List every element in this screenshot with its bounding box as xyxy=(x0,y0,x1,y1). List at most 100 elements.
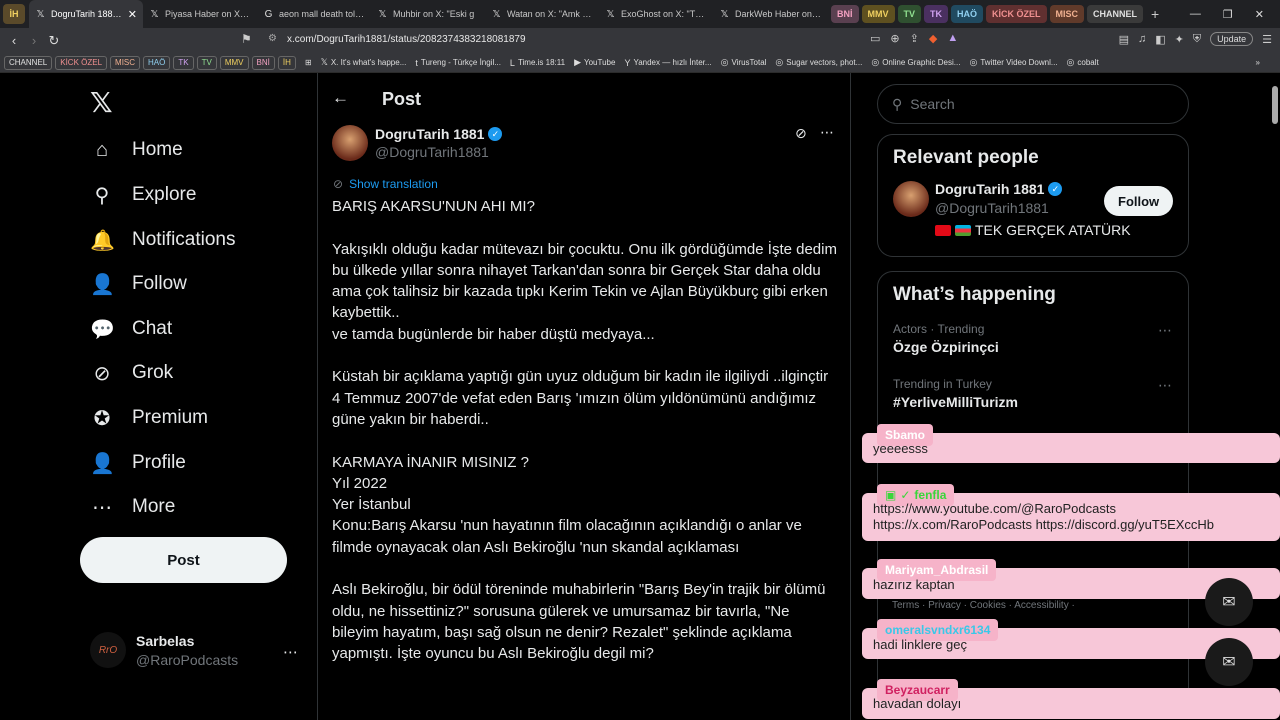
site-info-icon[interactable]: ⚙ xyxy=(268,33,277,44)
bookmark-folder[interactable]: MMV xyxy=(219,55,249,70)
new-tab-button[interactable]: + xyxy=(1151,6,1159,22)
url-field[interactable]: x.com/DogruTarih1881/status/208237438321… xyxy=(287,34,526,45)
bookmark-folder[interactable]: İH xyxy=(277,55,296,70)
trend-more-icon[interactable]: ⋯ xyxy=(1158,377,1172,394)
nav-item-chat[interactable]: 💬 Chat xyxy=(90,309,172,349)
tab-group-chip[interactable]: KİCK ÖZEL xyxy=(986,5,1047,23)
tab-group-chip[interactable]: TV xyxy=(897,5,922,23)
account-switcher[interactable]: RrO Sarbelas @RaroPodcasts xyxy=(90,632,238,668)
vpn-icon[interactable]: ⛨ xyxy=(1193,33,1201,46)
bookmark-folder[interactable]: CHANNEL xyxy=(4,55,53,70)
tab-close-icon[interactable]: ✕ xyxy=(128,8,137,21)
browser-tab[interactable]: 𝕏 ExoGhost on X: "The ne xyxy=(599,0,713,28)
bookmark-item[interactable]: Y Yandex — hızlı İnter... xyxy=(624,58,711,68)
bookmark-item[interactable]: ◎ cobalt xyxy=(1067,57,1099,68)
bookmark-folder[interactable]: HAÖ xyxy=(143,55,171,70)
nav-item-profile[interactable]: 👤 Profile xyxy=(90,443,186,483)
bookmark-folder[interactable]: MISC xyxy=(110,55,141,70)
author-name-row[interactable]: DogruTarih 1881 ✓ xyxy=(375,126,503,142)
bookmark-item[interactable]: ▶ YouTube xyxy=(574,57,615,68)
messages-float-icon[interactable]: ✉ xyxy=(1205,638,1253,686)
tab-group-chip[interactable]: TK xyxy=(924,5,949,23)
browser-tab[interactable]: 𝕏 DogruTarih 1881 on X ✕ xyxy=(29,0,143,28)
reload-icon[interactable]: ↻ xyxy=(44,33,64,49)
back-arrow-icon[interactable]: ← xyxy=(332,88,349,108)
relevant-person-name[interactable]: DogruTarih 1881 xyxy=(935,181,1044,197)
avatar[interactable] xyxy=(893,181,929,217)
brave-shield-icon[interactable]: ◆ xyxy=(929,32,937,45)
bookmark-folder[interactable]: TK xyxy=(173,55,194,70)
tab-group-chip[interactable]: BNİ xyxy=(831,5,859,23)
post-more-icon[interactable]: ⋯ xyxy=(820,124,834,141)
close-window-button[interactable]: ✕ xyxy=(1255,8,1264,21)
search-input[interactable]: ⚲ Search xyxy=(877,84,1189,124)
bookmark-item[interactable]: t Tureng - Türkçe İngil... xyxy=(415,58,501,68)
author-avatar[interactable] xyxy=(332,125,368,161)
maximize-button[interactable]: ❐ xyxy=(1223,8,1233,21)
zoom-icon[interactable]: ⊕ xyxy=(890,32,899,45)
nav-item-explore[interactable]: ⚲ Explore xyxy=(90,175,197,215)
brave-rewards-icon[interactable]: ▲ xyxy=(947,32,958,45)
media-icon[interactable]: ♫ xyxy=(1138,33,1146,45)
relevant-person[interactable]: DogruTarih 1881 ✓ @DogruTarih1881 TEK GE… xyxy=(878,181,1188,261)
post-button[interactable]: Post xyxy=(80,537,287,583)
tab-group-ih[interactable]: İH xyxy=(3,4,25,24)
trend-item[interactable]: Actors · Trending Özge Özpirinçci ⋯ xyxy=(878,322,1188,377)
bookmark-item[interactable]: ◎ Sugar vectors, phot... xyxy=(775,57,862,68)
bookmark-item[interactable]: ◎ Online Graphic Desi... xyxy=(871,57,960,68)
split-view-icon[interactable]: ◧ xyxy=(1155,33,1165,46)
browser-tab[interactable]: 𝕏 Muhbir on X: "Eski g xyxy=(371,0,485,28)
browser-tab[interactable]: Gaeon mall death toll - G xyxy=(257,0,371,28)
screen-icon[interactable]: ▭ xyxy=(870,32,880,45)
bookmark-folder[interactable]: KİCK ÖZEL xyxy=(55,55,108,70)
relevant-person-handle[interactable]: @DogruTarih1881 xyxy=(935,200,1049,216)
tab-group-chip[interactable]: MISC xyxy=(1049,5,1085,23)
account-more-icon[interactable]: ⋯ xyxy=(283,643,298,661)
browser-tab[interactable]: 𝕏 Watan on X: "Amk bu s xyxy=(485,0,599,28)
nav-item-follow[interactable]: 👤 Follow xyxy=(90,264,187,304)
apps-grid-icon[interactable]: ⊞ xyxy=(305,58,312,67)
nav-item-grok[interactable]: ⊘ Grok xyxy=(90,353,174,393)
forward-icon[interactable]: › xyxy=(24,33,44,48)
footer-links[interactable]: Terms · Privacy · Cookies · Accessibilit… xyxy=(892,600,1075,611)
relevant-person-name-row[interactable]: DogruTarih 1881 ✓ xyxy=(935,181,1063,197)
follow-button[interactable]: Follow xyxy=(1104,186,1174,216)
bookmark-item[interactable]: ◎ Twitter Video Downl... xyxy=(969,57,1057,68)
browser-tab[interactable]: 𝕏 DarkWeb Haber on X: " xyxy=(713,0,827,28)
bookmarks-overflow-icon[interactable]: » xyxy=(1256,58,1260,67)
tab-group-chip[interactable]: CHANNEL xyxy=(1087,5,1144,23)
minimize-button[interactable]: — xyxy=(1190,8,1201,20)
messages-float-icon[interactable]: ✉ xyxy=(1205,578,1253,626)
author-handle[interactable]: @DogruTarih1881 xyxy=(375,144,489,160)
account-handle: @RaroPodcasts xyxy=(136,651,239,668)
back-icon[interactable]: ‹ xyxy=(4,33,24,48)
nav-item-premium[interactable]: ✪ Premium xyxy=(90,398,208,438)
sidebar-toggle-icon[interactable]: ▤ xyxy=(1119,33,1129,46)
bookmark-item[interactable]: 𝕏 X. It's what's happe... xyxy=(321,57,407,68)
tab-group-chip[interactable]: HAÖ xyxy=(951,5,984,23)
menu-icon[interactable]: ☰ xyxy=(1262,33,1272,46)
bookmark-item[interactable]: ◎ VirusTotal xyxy=(721,57,767,68)
profile-icon: 👤 xyxy=(90,452,115,475)
share-icon[interactable]: ⇪ xyxy=(910,32,919,45)
update-button[interactable]: Update xyxy=(1210,32,1254,46)
grok-icon[interactable]: ⊘ xyxy=(795,125,807,142)
relevant-people-title: Relevant people xyxy=(893,147,1039,168)
show-translation-link[interactable]: ⊘ Show translation xyxy=(333,177,438,191)
tab-group-chip[interactable]: MMV xyxy=(861,5,895,23)
nav-item-home[interactable]: ⌂ Home xyxy=(90,130,183,170)
tweet-paragraph: BARIŞ AKARSU'NUN AHI MI? xyxy=(332,198,535,215)
chat-username-text: Mariyam_Abdrasil xyxy=(885,563,989,577)
x-logo-icon[interactable]: 𝕏 xyxy=(90,86,113,119)
bookmark-folder[interactable]: BNİ xyxy=(251,55,275,70)
bookmark-icon[interactable]: ⚑ xyxy=(241,32,252,46)
browser-tab[interactable]: 𝕏 Piyasa Haber on X: "Jap xyxy=(143,0,257,28)
extensions-icon[interactable]: ✦ xyxy=(1175,33,1184,46)
author-name[interactable]: DogruTarih 1881 xyxy=(375,126,484,142)
bookmark-item[interactable]: L Time.is 18:11 xyxy=(510,58,565,68)
scrollbar[interactable] xyxy=(1272,86,1278,124)
trend-more-icon[interactable]: ⋯ xyxy=(1158,322,1172,339)
nav-item-more[interactable]: ⋯ More xyxy=(90,487,175,527)
bookmark-folder[interactable]: TV xyxy=(196,55,217,70)
nav-item-notifications[interactable]: 🔔 Notifications xyxy=(90,220,236,260)
